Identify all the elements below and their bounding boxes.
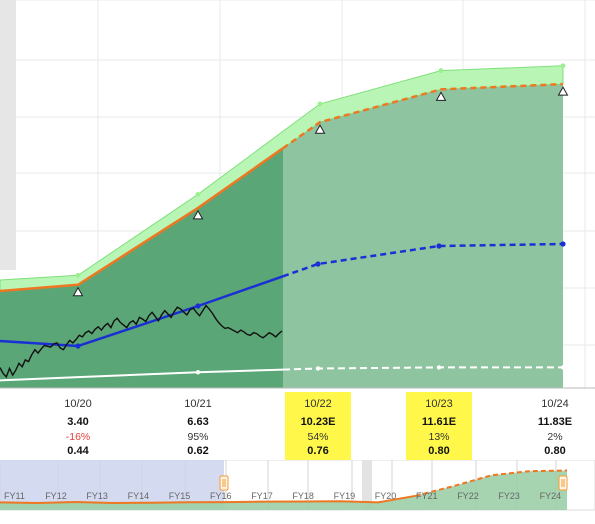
navigator-tick-label: FY24 bbox=[540, 491, 562, 501]
navigator-tick-label: FY20 bbox=[375, 491, 397, 501]
earnings-area-historic bbox=[0, 148, 283, 388]
high-estimate-point bbox=[560, 63, 566, 69]
high-estimate-point bbox=[195, 191, 201, 197]
navigator-tick-label: FY14 bbox=[128, 491, 150, 501]
eps-value: 11.61E bbox=[421, 416, 457, 428]
chart-left-shade bbox=[0, 0, 16, 270]
eps-change-percent: 95% bbox=[187, 431, 209, 443]
fiscal-year-column: 10/24 11.83E 2% 0.80 bbox=[515, 395, 595, 459]
navigator-tick-label: FY17 bbox=[251, 491, 273, 501]
navigator-tick-label: FY16 bbox=[210, 491, 232, 501]
fiscal-year-column-estimate: 10/23 11.61E 13% 0.80 bbox=[406, 392, 472, 465]
blue-line-point bbox=[195, 303, 201, 309]
blue-line-point bbox=[315, 261, 321, 267]
fiscal-year-column: 10/21 6.63 95% 0.62 bbox=[158, 395, 238, 459]
grip-handle-icon[interactable] bbox=[219, 475, 229, 491]
dividend-value: 0.76 bbox=[307, 445, 329, 457]
eps-change-percent: 13% bbox=[428, 431, 450, 443]
fiscal-date-label: 10/20 bbox=[64, 398, 92, 410]
navigator-tick-label: FY11 bbox=[4, 491, 25, 501]
dividend-point bbox=[436, 365, 442, 370]
grip-handle-icon[interactable] bbox=[558, 475, 568, 491]
navigator-tick-label: FY18 bbox=[292, 491, 314, 501]
blue-line-point bbox=[560, 241, 566, 247]
dividend-value: 0.62 bbox=[187, 445, 209, 457]
fiscal-date-label: 10/21 bbox=[184, 398, 212, 410]
eps-change-percent: 2% bbox=[547, 431, 563, 443]
fiscal-date-label: 10/23 bbox=[425, 398, 453, 410]
blue-line-point bbox=[75, 343, 81, 349]
dividend-value: 0.44 bbox=[67, 445, 89, 457]
dividend-point bbox=[315, 366, 321, 371]
eps-value: 3.40 bbox=[67, 416, 89, 428]
eps-value: 6.63 bbox=[187, 416, 209, 428]
navigator-tick-label: FY19 bbox=[334, 491, 356, 501]
navigator-tick-label: FY22 bbox=[457, 491, 479, 501]
navigator-tick-label: FY15 bbox=[169, 491, 191, 501]
dividend-point bbox=[560, 365, 566, 370]
navigator-tick-label: FY13 bbox=[86, 491, 108, 501]
high-estimate-point bbox=[75, 272, 81, 278]
fiscal-date-label: 10/24 bbox=[541, 398, 569, 410]
navigator-tick-label: FY21 bbox=[416, 491, 438, 501]
navigator-tick-label: FY12 bbox=[45, 491, 67, 501]
dividend-point bbox=[195, 370, 201, 375]
fiscal-year-column-estimate: 10/22 10.23E 54% 0.76 bbox=[285, 392, 351, 465]
earnings-chart bbox=[0, 0, 595, 389]
fiscal-date-label: 10/22 bbox=[304, 398, 332, 410]
dividend-value: 0.80 bbox=[544, 445, 566, 457]
high-estimate-point bbox=[438, 68, 444, 73]
navigator-tick-label: FY23 bbox=[498, 491, 520, 501]
high-estimate-point bbox=[317, 101, 323, 107]
eps-value: 11.83E bbox=[537, 416, 573, 428]
chart-areas bbox=[0, 65, 564, 388]
eps-change-percent: 54% bbox=[307, 431, 329, 443]
blue-line-point bbox=[436, 243, 442, 249]
earnings-area-projected bbox=[283, 84, 563, 388]
eps-value: 10.23E bbox=[300, 416, 336, 428]
dividend-value: 0.80 bbox=[428, 445, 450, 457]
eps-change-percent: -16% bbox=[65, 431, 91, 443]
range-navigator[interactable]: FY11 FY12 FY13 FY14 FY15 FY16 FY17 FY18 FY19 FY20… bbox=[0, 460, 595, 524]
fiscal-year-column: 10/20 3.40 -16% 0.44 bbox=[38, 395, 118, 459]
